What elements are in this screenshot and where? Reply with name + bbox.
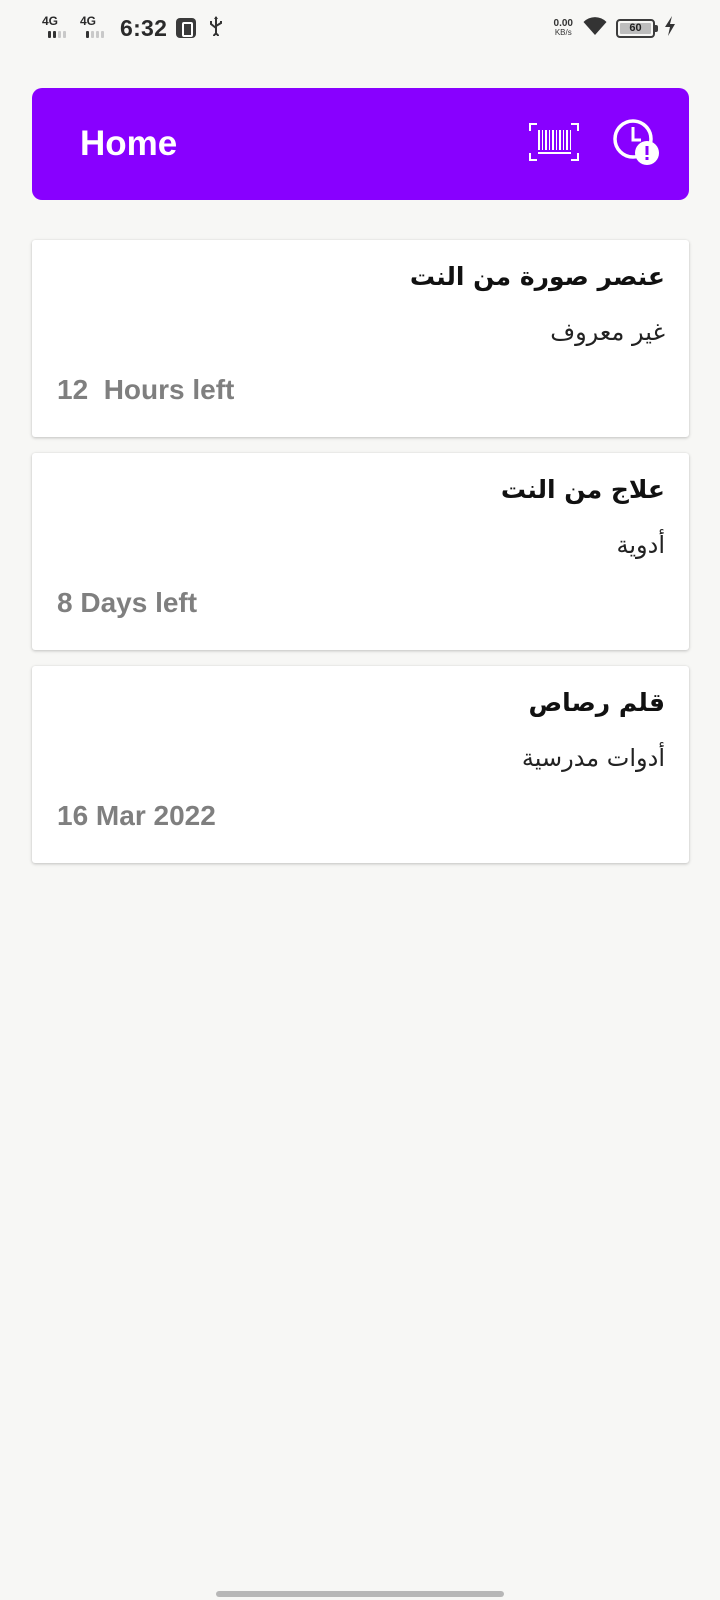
item-card[interactable]: قلم رصاص أدوات مدرسية 16 Mar 2022	[32, 666, 689, 863]
network-speed-unit: KB/s	[554, 28, 572, 37]
item-category: أدوات مدرسية	[521, 744, 665, 772]
status-bar: 4G 4G 6:32 0.00 KB/s 60	[0, 0, 720, 56]
network-indicator-2: 4G	[80, 15, 116, 41]
item-title: قلم رصاص	[528, 688, 665, 717]
item-title: علاج من النت	[500, 475, 665, 504]
expiry-alerts-button[interactable]	[607, 115, 665, 173]
network-type-label: 4G	[42, 14, 59, 28]
item-card[interactable]: عنصر صورة من النت غير معروف 12 Hours lef…	[32, 240, 689, 437]
wifi-icon	[583, 16, 607, 41]
charging-icon	[664, 15, 676, 41]
signal-bars-icon	[48, 31, 66, 38]
network-speed-value: 0.00	[553, 18, 573, 29]
barcode-scan-icon	[529, 122, 579, 166]
item-time-left: 12 Hours left	[57, 374, 235, 405]
network-indicator-1: 4G	[42, 15, 78, 41]
item-title: عنصر صورة من النت	[409, 262, 665, 291]
battery-icon: 60	[616, 18, 658, 38]
item-category: غير معروف	[550, 318, 665, 346]
item-category: أدوية	[616, 531, 666, 559]
usb-debug-icon	[176, 18, 197, 38]
item-card[interactable]: علاج من النت أدوية 8 Days left	[32, 453, 689, 650]
battery-level: 60	[620, 22, 651, 34]
item-time-left: 8 Days left	[57, 587, 198, 618]
item-time-left: 16 Mar 2022	[57, 800, 216, 831]
gesture-home-indicator[interactable]	[216, 1591, 504, 1597]
status-bar-left: 4G 4G 6:32	[42, 15, 224, 42]
usb-icon	[208, 15, 224, 41]
clock: 6:32	[120, 14, 168, 41]
page-title: Home	[80, 124, 178, 163]
clock-alert-icon	[611, 117, 661, 172]
app-bar: Home	[32, 88, 689, 200]
network-type-label: 4G	[80, 14, 97, 28]
signal-bars-icon	[86, 31, 104, 38]
network-speed: 0.00 KB/s	[553, 18, 573, 38]
status-bar-right: 0.00 KB/s 60	[553, 15, 676, 41]
barcode-scan-button[interactable]	[525, 115, 583, 173]
